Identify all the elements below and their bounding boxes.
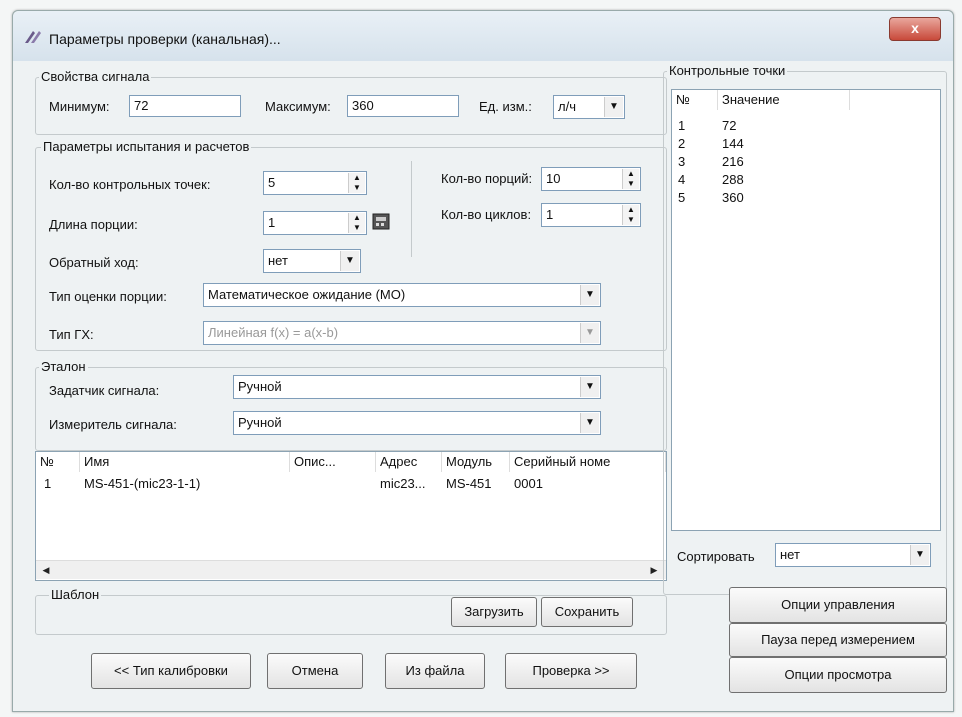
test-params-label: Параметры испытания и расчетов bbox=[41, 139, 252, 154]
point-num: 5 bbox=[678, 190, 686, 205]
unit-label: Ед. изм.: bbox=[479, 99, 532, 114]
col-header[interactable]: Значение bbox=[718, 90, 850, 110]
point-value: 216 bbox=[722, 154, 744, 169]
calib-type-button[interactable]: << Тип калибровки bbox=[91, 653, 251, 689]
signal-props-label: Свойства сигнала bbox=[39, 69, 152, 84]
meter-select[interactable]: Ручной ▼ bbox=[233, 411, 601, 435]
spin-arrows-icon[interactable]: ▲ ▼ bbox=[348, 213, 365, 233]
meter-label: Измеритель сигнала: bbox=[49, 417, 177, 432]
unit-select[interactable]: л/ч ▼ bbox=[553, 95, 625, 119]
col-header[interactable]: № bbox=[672, 90, 718, 110]
from-file-button[interactable]: Из файла bbox=[385, 653, 485, 689]
sort-label: Сортировать bbox=[677, 549, 755, 564]
load-button[interactable]: Загрузить bbox=[451, 597, 537, 627]
control-points-label: Контрольные точки bbox=[667, 63, 788, 78]
scroll-left-icon[interactable]: ◀ bbox=[38, 562, 54, 578]
pause-button[interactable]: Пауза перед измерением bbox=[729, 623, 947, 657]
setter-label: Задатчик сигнала: bbox=[49, 383, 160, 398]
etalon-label: Эталон bbox=[39, 359, 88, 374]
row-num: 1 bbox=[44, 476, 52, 491]
min-input[interactable]: 72 bbox=[129, 95, 241, 117]
template-label: Шаблон bbox=[49, 587, 102, 602]
control-options-button[interactable]: Опции управления bbox=[729, 587, 947, 623]
point-value: 72 bbox=[722, 118, 737, 133]
row-module: MS-451 bbox=[446, 476, 492, 491]
cycles-spinner[interactable]: 1 ▲ ▼ bbox=[541, 203, 641, 227]
meter-value: Ручной bbox=[238, 415, 282, 430]
portions-spinner[interactable]: 10 ▲ ▼ bbox=[541, 167, 641, 191]
portions-value: 10 bbox=[546, 171, 561, 186]
reverse-label: Обратный ход: bbox=[49, 255, 139, 270]
chevron-down-icon[interactable]: ▼ bbox=[910, 545, 929, 565]
title-bar: Параметры проверки (канальная)... x bbox=[13, 11, 953, 61]
control-points-list[interactable]: № Значение 1 72 2 144 3 216 4 288 5 360 bbox=[671, 89, 941, 531]
spin-arrows-icon[interactable]: ▲ ▼ bbox=[622, 169, 639, 189]
row-serial: 0001 bbox=[514, 476, 543, 491]
col-header[interactable]: Серийный номе bbox=[510, 452, 666, 472]
col-header[interactable]: Имя bbox=[80, 452, 290, 472]
horizontal-scrollbar[interactable]: ◀ ▶ bbox=[36, 560, 666, 579]
eval-type-value: Математическое ожидание (МО) bbox=[208, 287, 406, 302]
spin-arrows-icon[interactable]: ▲ ▼ bbox=[348, 173, 365, 193]
chevron-down-icon[interactable]: ▼ bbox=[580, 285, 599, 305]
gx-type-value: Линейная f(x) = a(x-b) bbox=[208, 325, 339, 340]
portion-len-value: 1 bbox=[268, 215, 276, 230]
gx-type-label: Тип ГХ: bbox=[49, 327, 94, 342]
col-header[interactable]: Модуль bbox=[442, 452, 510, 472]
chevron-down-icon[interactable]: ▼ bbox=[580, 377, 599, 397]
channels-list[interactable]: № Имя Опис... Адрес Модуль Серийный номе… bbox=[35, 451, 667, 581]
portion-len-spinner[interactable]: 1 ▲ ▼ bbox=[263, 211, 367, 235]
portion-len-label: Длина порции: bbox=[49, 217, 138, 232]
eval-type-label: Тип оценки порции: bbox=[49, 289, 167, 304]
window-title: Параметры проверки (канальная)... bbox=[49, 31, 281, 47]
point-num: 2 bbox=[678, 136, 686, 151]
point-value: 288 bbox=[722, 172, 744, 187]
cycles-label: Кол-во циклов: bbox=[441, 207, 532, 222]
dialog-window: Параметры проверки (канальная)... x Свой… bbox=[12, 10, 954, 712]
calculator-icon[interactable] bbox=[371, 211, 393, 231]
points-value: 5 bbox=[268, 175, 276, 190]
table-row[interactable]: 1 MS-451-(mic23-1-1) mic23... MS-451 000… bbox=[36, 474, 664, 494]
points-label: Кол-во контрольных точек: bbox=[49, 177, 211, 192]
sort-value: нет bbox=[780, 547, 800, 562]
setter-value: Ручной bbox=[238, 379, 282, 394]
close-button[interactable]: x bbox=[889, 17, 941, 41]
chevron-down-icon[interactable]: ▼ bbox=[580, 413, 599, 433]
vertical-divider bbox=[411, 161, 412, 257]
spin-arrows-icon[interactable]: ▲ ▼ bbox=[622, 205, 639, 225]
min-label: Минимум: bbox=[49, 99, 110, 114]
setter-select[interactable]: Ручной ▼ bbox=[233, 375, 601, 399]
row-name: MS-451-(mic23-1-1) bbox=[84, 476, 201, 491]
save-button[interactable]: Сохранить bbox=[541, 597, 633, 627]
sort-select[interactable]: нет ▼ bbox=[775, 543, 931, 567]
point-num: 1 bbox=[678, 118, 686, 133]
chevron-down-icon[interactable]: ▼ bbox=[604, 97, 623, 117]
eval-type-select[interactable]: Математическое ожидание (МО) ▼ bbox=[203, 283, 601, 307]
col-header[interactable]: Опис... bbox=[290, 452, 376, 472]
row-address: mic23... bbox=[380, 476, 426, 491]
col-header[interactable]: Адрес bbox=[376, 452, 442, 472]
chevron-down-icon: ▼ bbox=[580, 323, 599, 343]
point-num: 3 bbox=[678, 154, 686, 169]
scroll-right-icon[interactable]: ▶ bbox=[646, 562, 662, 578]
chevron-down-icon[interactable]: ▼ bbox=[340, 251, 359, 271]
point-value: 360 bbox=[722, 190, 744, 205]
point-num: 4 bbox=[678, 172, 686, 187]
max-input[interactable]: 360 bbox=[347, 95, 459, 117]
app-icon bbox=[25, 31, 41, 43]
cancel-button[interactable]: Отмена bbox=[267, 653, 363, 689]
gx-type-select: Линейная f(x) = a(x-b) ▼ bbox=[203, 321, 601, 345]
view-options-button[interactable]: Опции просмотра bbox=[729, 657, 947, 693]
cycles-value: 1 bbox=[546, 207, 554, 222]
check-button[interactable]: Проверка >> bbox=[505, 653, 637, 689]
unit-value: л/ч bbox=[558, 99, 576, 114]
col-header[interactable]: № bbox=[36, 452, 80, 472]
point-value: 144 bbox=[722, 136, 744, 151]
reverse-select[interactable]: нет ▼ bbox=[263, 249, 361, 273]
reverse-value: нет bbox=[268, 253, 288, 268]
portions-label: Кол-во порций: bbox=[441, 171, 533, 186]
max-label: Максимум: bbox=[265, 99, 331, 114]
points-spinner[interactable]: 5 ▲ ▼ bbox=[263, 171, 367, 195]
